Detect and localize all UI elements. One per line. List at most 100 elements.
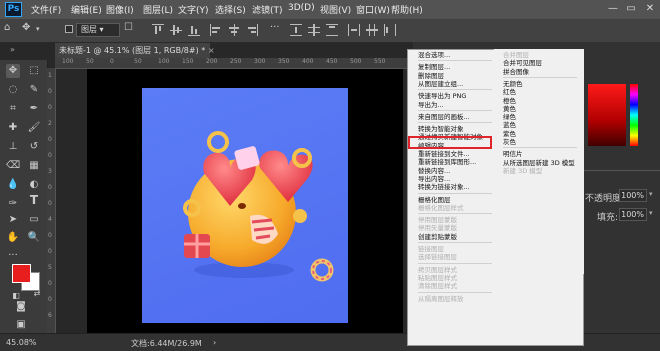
- minimize-icon[interactable]: —: [606, 2, 620, 16]
- context-menu-item[interactable]: 重新链接到文件...: [418, 150, 470, 158]
- more-tools-icon[interactable]: ···: [6, 249, 20, 263]
- path-selection-tool-icon[interactable]: ➤: [6, 213, 20, 227]
- distribute-right-icon[interactable]: [384, 24, 396, 36]
- foreground-color-front[interactable]: [12, 264, 31, 283]
- opacity-input[interactable]: 100%: [619, 189, 647, 202]
- collapse-panels-icon[interactable]: »: [10, 45, 15, 54]
- align-left-icon[interactable]: [210, 24, 222, 36]
- opacity-dropdown-icon[interactable]: ▾: [649, 190, 653, 198]
- hue-slider[interactable]: [630, 84, 638, 146]
- menu-edit[interactable]: 编辑(E): [71, 3, 102, 16]
- close-tab-icon[interactable]: ×: [208, 46, 215, 55]
- menu-help[interactable]: 帮助(H): [391, 3, 423, 16]
- context-menu-item[interactable]: 绿色: [503, 113, 516, 121]
- transform-controls-checkbox[interactable]: ☐: [124, 22, 133, 33]
- move-tool-icon[interactable]: ✥: [22, 22, 30, 33]
- menu-file[interactable]: 文件(F): [31, 3, 61, 16]
- pen-tool-icon[interactable]: ✑: [6, 197, 20, 211]
- context-menu-item[interactable]: 栅格化图层: [418, 196, 451, 204]
- menu-view[interactable]: 视图(V): [320, 3, 351, 16]
- context-menu-item[interactable]: 灰色: [503, 138, 516, 146]
- menu-layer[interactable]: 图层(L): [143, 3, 173, 16]
- eraser-tool-icon[interactable]: ⌫: [6, 159, 20, 173]
- crop-tool-icon[interactable]: ⌗: [6, 102, 20, 116]
- context-menu-item[interactable]: 红色: [503, 88, 516, 96]
- align-vcenter-icon[interactable]: [170, 24, 182, 36]
- distribute-top-icon[interactable]: [290, 24, 302, 36]
- lasso-tool-icon[interactable]: ◌: [6, 83, 20, 97]
- context-menu-item[interactable]: 删除图层: [418, 72, 444, 80]
- ruler-v-tick-label: 0: [48, 152, 52, 159]
- gradient-tool-icon[interactable]: ▦: [27, 159, 41, 173]
- context-menu-item: 新建 3D 模型: [503, 166, 543, 175]
- context-menu-item[interactable]: 复制图层...: [418, 63, 450, 71]
- fill-input[interactable]: 100%: [619, 208, 647, 221]
- context-menu-item[interactable]: 导出内容...: [418, 175, 450, 183]
- menu-select[interactable]: 选择(S): [215, 3, 246, 16]
- clone-stamp-tool-icon[interactable]: ⊥: [6, 140, 20, 154]
- context-menu-item[interactable]: 蓝色: [503, 121, 516, 129]
- more-options-icon[interactable]: ···: [270, 22, 280, 33]
- type-tool-icon[interactable]: T: [27, 193, 41, 207]
- move-tool-icon[interactable]: ✥: [6, 64, 20, 78]
- auto-select-checkbox[interactable]: [65, 25, 73, 33]
- context-menu-item[interactable]: 创建剪贴蒙版: [418, 233, 457, 241]
- status-more-icon[interactable]: ›: [213, 338, 216, 347]
- eyedropper-tool-icon[interactable]: ✒: [27, 102, 41, 116]
- context-menu-item[interactable]: 重新链接到库图形...: [418, 158, 476, 166]
- home-icon[interactable]: ⌂: [4, 22, 10, 33]
- ruler-v-tick-label: 0: [48, 280, 52, 287]
- brush-tool-icon[interactable]: 🖌: [27, 121, 41, 135]
- distribute-hcenter-icon[interactable]: [366, 24, 378, 36]
- context-menu-item[interactable]: 合并可见图层: [503, 59, 542, 67]
- context-menu-item[interactable]: 明信片: [503, 150, 523, 158]
- rectangle-tool-icon[interactable]: ▭: [27, 213, 41, 227]
- dodge-tool-icon[interactable]: ◐: [27, 178, 41, 192]
- context-menu-item[interactable]: 紫色: [503, 130, 516, 138]
- marquee-tool-icon[interactable]: ⬚: [27, 64, 41, 78]
- align-right-icon[interactable]: [246, 24, 258, 36]
- quick-mask-icon[interactable]: ◙: [14, 300, 28, 314]
- context-menu-item[interactable]: 从图层建立组...: [418, 80, 463, 88]
- blur-tool-icon[interactable]: 💧: [6, 178, 20, 192]
- maximize-icon[interactable]: ▭: [624, 2, 638, 16]
- context-menu-item[interactable]: 橙色: [503, 97, 516, 105]
- context-menu-item[interactable]: 导出为...: [418, 101, 444, 109]
- menu-window[interactable]: 窗口(W): [356, 3, 390, 16]
- menu-image[interactable]: 图像(I): [106, 3, 134, 16]
- distribute-bottom-icon[interactable]: [326, 24, 338, 36]
- distribute-left-icon[interactable]: [348, 24, 360, 36]
- menu-filter[interactable]: 滤镜(T): [252, 3, 283, 16]
- context-menu-item[interactable]: 快速导出为 PNG: [418, 92, 466, 100]
- menu-3d[interactable]: 3D(D): [288, 3, 315, 13]
- context-menu-item[interactable]: 黄色: [503, 105, 516, 113]
- close-window-icon[interactable]: ✕: [643, 2, 657, 16]
- history-brush-tool-icon[interactable]: ↺: [27, 140, 41, 154]
- fill-dropdown-icon[interactable]: ▾: [649, 209, 653, 217]
- align-top-icon[interactable]: [152, 24, 164, 36]
- context-menu-item[interactable]: 拼合图像: [503, 68, 529, 76]
- context-menu-item[interactable]: 无颜色: [503, 80, 523, 88]
- context-menu-item[interactable]: 混合选项...: [418, 51, 450, 59]
- align-bottom-icon[interactable]: [188, 24, 200, 36]
- context-menu-item[interactable]: 从所选图层新建 3D 模型: [503, 159, 575, 167]
- menu-separator: [418, 242, 492, 243]
- context-menu-item[interactable]: 替换内容...: [418, 167, 450, 175]
- auto-select-target-dropdown[interactable]: 图层 ▾: [76, 23, 120, 37]
- distribute-vcenter-icon[interactable]: [308, 24, 320, 36]
- healing-brush-tool-icon[interactable]: ✚: [6, 121, 20, 135]
- context-menu-item[interactable]: 转换为链接对象...: [418, 183, 470, 191]
- context-menu-item[interactable]: 转换为智能对象: [418, 125, 464, 133]
- zoom-tool-icon[interactable]: 🔍: [27, 231, 41, 245]
- menu-type[interactable]: 文字(Y): [178, 3, 209, 16]
- hand-tool-icon[interactable]: ✋: [6, 231, 20, 245]
- document-tab[interactable]: 未标题-1 @ 45.1% (图层 1, RGB/8#) * ×: [55, 43, 215, 58]
- zoom-level[interactable]: 45.08%: [6, 338, 37, 347]
- align-hcenter-icon[interactable]: [228, 24, 240, 36]
- screen-mode-icon[interactable]: ▣: [14, 318, 28, 332]
- color-picker-field[interactable]: [588, 84, 626, 146]
- quick-select-tool-icon[interactable]: ✎: [27, 83, 41, 97]
- context-menu-item[interactable]: 来自图层的画板...: [418, 113, 470, 121]
- swap-colors-icon[interactable]: ⇄: [30, 287, 44, 301]
- tool-preset-chevron-icon[interactable]: ▾: [36, 25, 40, 33]
